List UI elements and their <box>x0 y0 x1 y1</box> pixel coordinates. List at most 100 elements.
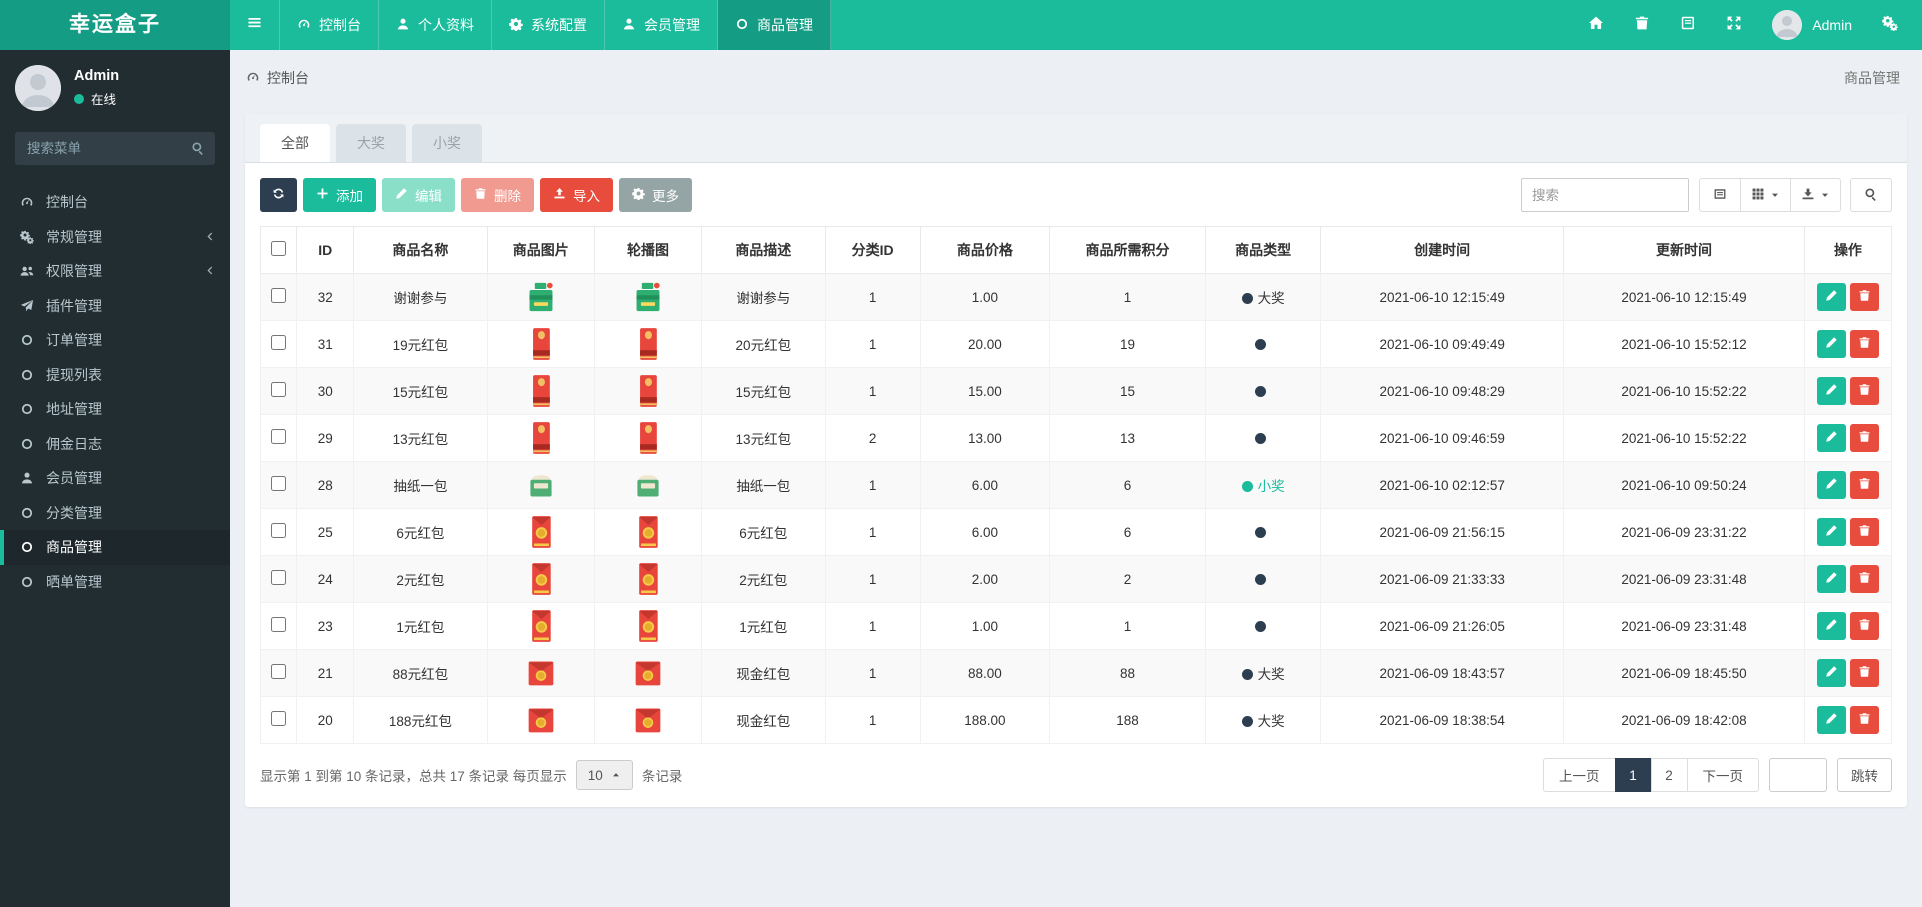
product-image-red-envelope-gold[interactable] <box>526 563 556 595</box>
delete-row-button[interactable] <box>1849 659 1879 687</box>
product-image-red-envelope-gold[interactable] <box>633 610 663 642</box>
row-checkbox[interactable] <box>271 476 287 491</box>
brand-logo[interactable]: 幸运盒子 <box>0 0 230 50</box>
jump-page-input[interactable] <box>1769 758 1827 792</box>
nav-item-系统配置[interactable]: 系统配置 <box>492 0 605 50</box>
product-image-red-envelope[interactable] <box>526 375 556 407</box>
tab-全部[interactable]: 全部 <box>260 124 330 162</box>
nav-item-会员管理[interactable]: 会员管理 <box>605 0 718 50</box>
delete-row-button[interactable] <box>1849 471 1879 499</box>
product-image-red-envelope[interactable] <box>526 422 556 454</box>
row-checkbox[interactable] <box>271 523 287 538</box>
page-button-1[interactable]: 1 <box>1614 758 1652 792</box>
table-search-input[interactable] <box>1521 178 1689 212</box>
import-button[interactable]: 导入 <box>540 178 613 212</box>
sidebar-item-分类管理[interactable]: 分类管理 <box>0 496 230 531</box>
sidebar-item-常规管理[interactable]: 常规管理 <box>0 220 230 255</box>
edit-button[interactable]: 编辑 <box>382 178 455 212</box>
product-image-red-envelope-gold[interactable] <box>633 563 663 595</box>
sidebar-item-提现列表[interactable]: 提现列表 <box>0 358 230 393</box>
row-checkbox[interactable] <box>271 617 287 632</box>
sidebar-item-晒单管理[interactable]: 晒单管理 <box>0 565 230 600</box>
sidebar-item-控制台[interactable]: 控制台 <box>0 185 230 220</box>
sidebar-item-订单管理[interactable]: 订单管理 <box>0 323 230 358</box>
product-image-red-envelope[interactable] <box>633 375 663 407</box>
breadcrumb[interactable]: 控制台 <box>246 68 309 88</box>
row-checkbox[interactable] <box>271 570 287 585</box>
product-image-tissue[interactable] <box>633 475 663 497</box>
product-image-red-envelope-square[interactable] <box>633 708 663 733</box>
edit-row-button[interactable] <box>1816 471 1846 499</box>
product-image-green-box[interactable] <box>633 282 663 312</box>
page-size-select[interactable]: 10 <box>575 760 633 790</box>
tab-大奖[interactable]: 大奖 <box>336 124 406 162</box>
product-image-green-box[interactable] <box>526 282 556 312</box>
product-image-tissue[interactable] <box>526 475 556 497</box>
export-button[interactable] <box>1790 178 1841 212</box>
sidebar-item-插件管理[interactable]: 插件管理 <box>0 289 230 324</box>
th-icon <box>1751 187 1765 204</box>
delete-row-button[interactable] <box>1849 706 1879 734</box>
product-image-red-envelope-gold[interactable] <box>526 516 556 548</box>
delete-row-button[interactable] <box>1849 565 1879 593</box>
navbar-user[interactable]: Admin <box>1772 10 1852 40</box>
delete-row-button[interactable] <box>1849 518 1879 546</box>
edit-row-button[interactable] <box>1816 565 1846 593</box>
columns-button[interactable] <box>1740 178 1791 212</box>
product-image-red-envelope-square[interactable] <box>526 708 556 733</box>
detail-view-button[interactable] <box>1699 178 1741 212</box>
nav-item-个人资料[interactable]: 个人资料 <box>379 0 492 50</box>
expand-button[interactable] <box>1726 15 1742 36</box>
book-button[interactable] <box>1680 15 1696 36</box>
edit-row-button[interactable] <box>1816 612 1846 640</box>
row-checkbox[interactable] <box>271 429 287 444</box>
product-image-red-envelope-gold[interactable] <box>526 610 556 642</box>
settings-button[interactable] <box>1882 15 1898 36</box>
product-image-red-envelope-gold[interactable] <box>633 516 663 548</box>
page-button-2[interactable]: 2 <box>1650 758 1688 792</box>
product-image-red-envelope[interactable] <box>633 328 663 360</box>
trash-button[interactable] <box>1634 15 1650 36</box>
product-image-red-envelope-square[interactable] <box>526 661 556 686</box>
refresh-button[interactable] <box>260 178 297 212</box>
row-checkbox[interactable] <box>271 711 287 726</box>
tab-小奖[interactable]: 小奖 <box>412 124 482 162</box>
edit-row-button[interactable] <box>1816 377 1846 405</box>
home-button[interactable] <box>1588 15 1604 36</box>
jump-button[interactable]: 跳转 <box>1837 758 1892 792</box>
delete-row-button[interactable] <box>1849 612 1879 640</box>
product-image-red-envelope-square[interactable] <box>633 661 663 686</box>
product-image-red-envelope[interactable] <box>526 328 556 360</box>
more-button[interactable]: 更多 <box>619 178 692 212</box>
edit-row-button[interactable] <box>1816 283 1846 311</box>
row-checkbox[interactable] <box>271 335 287 350</box>
edit-row-button[interactable] <box>1816 706 1846 734</box>
delete-row-button[interactable] <box>1849 377 1879 405</box>
sidebar-toggle-button[interactable] <box>230 0 280 50</box>
delete-button[interactable]: 删除 <box>461 178 534 212</box>
edit-row-button[interactable] <box>1816 330 1846 358</box>
select-all-checkbox[interactable] <box>271 241 287 256</box>
nav-item-控制台[interactable]: 控制台 <box>280 0 379 50</box>
prev-page-button[interactable]: 上一页 <box>1543 758 1616 792</box>
delete-row-button[interactable] <box>1849 283 1879 311</box>
sidebar-item-地址管理[interactable]: 地址管理 <box>0 392 230 427</box>
row-checkbox[interactable] <box>271 382 287 397</box>
add-button[interactable]: 添加 <box>303 178 376 212</box>
delete-row-button[interactable] <box>1849 424 1879 452</box>
row-checkbox[interactable] <box>271 288 287 303</box>
sidebar-item-权限管理[interactable]: 权限管理 <box>0 254 230 289</box>
next-page-button[interactable]: 下一页 <box>1686 758 1759 792</box>
product-image-red-envelope[interactable] <box>633 422 663 454</box>
search-button[interactable] <box>1850 178 1892 212</box>
sidebar-item-会员管理[interactable]: 会员管理 <box>0 461 230 496</box>
delete-row-button[interactable] <box>1849 330 1879 358</box>
sidebar-search-input[interactable] <box>15 132 215 165</box>
row-checkbox[interactable] <box>271 664 287 679</box>
edit-row-button[interactable] <box>1816 424 1846 452</box>
sidebar-item-佣金日志[interactable]: 佣金日志 <box>0 427 230 462</box>
sidebar-item-商品管理[interactable]: 商品管理 <box>0 530 230 565</box>
nav-item-商品管理[interactable]: 商品管理 <box>718 0 831 50</box>
edit-row-button[interactable] <box>1816 518 1846 546</box>
edit-row-button[interactable] <box>1816 659 1846 687</box>
